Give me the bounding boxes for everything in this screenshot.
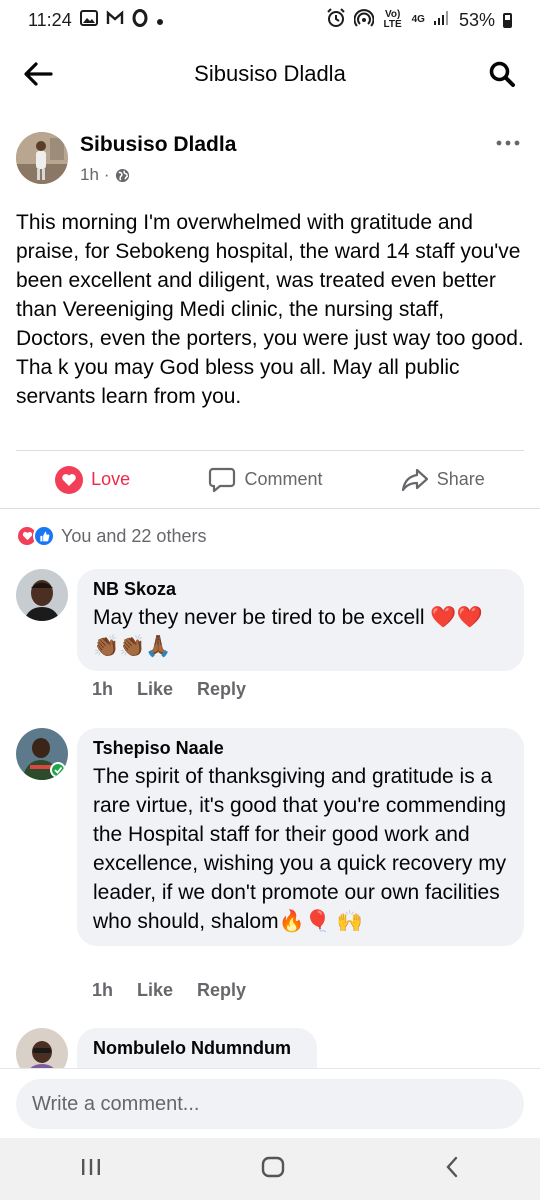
- comment-bubble[interactable]: NB Skoza May they never be tired to be e…: [77, 569, 524, 671]
- author-name[interactable]: Sibusiso Dladla: [80, 133, 236, 157]
- page-title: Sibusiso Dladla: [194, 61, 346, 86]
- opera-icon: [132, 8, 148, 32]
- recent-apps-icon: [81, 1158, 100, 1175]
- comment-composer: Write a comment...: [0, 1068, 540, 1138]
- post-time[interactable]: 1h: [80, 165, 99, 185]
- comment-time: 1h: [92, 679, 114, 699]
- share-label: Share: [436, 469, 485, 489]
- gallery-icon: [79, 9, 98, 31]
- commenter-name[interactable]: NB Skoza: [93, 579, 508, 600]
- hotspot-icon: [353, 8, 375, 33]
- system-nav-bar: [0, 1138, 540, 1200]
- post-text-paragraph-1: This morning I'm overwhelmed with gratit…: [16, 211, 524, 350]
- back-arrow-icon: [24, 62, 53, 86]
- post-meta: 1h ·: [80, 165, 130, 185]
- comment-text: May they never be tired to be excell ❤️❤…: [93, 606, 483, 658]
- comment-reply-button[interactable]: Reply: [197, 980, 246, 1001]
- post-text: This morning I'm overwhelmed with gratit…: [0, 190, 540, 411]
- app-header: Sibusiso Dladla: [0, 40, 540, 108]
- more-options-button[interactable]: [496, 130, 520, 153]
- section-divider: [0, 508, 540, 509]
- network-type: 4G: [411, 14, 425, 25]
- post: Sibusiso Dladla 1h · This morning I'm ov…: [0, 118, 540, 494]
- reactions-summary[interactable]: You and 22 others: [16, 522, 206, 550]
- signal-icon: [433, 10, 451, 31]
- comment-bubble[interactable]: Nombulelo Ndumndum: [77, 1028, 317, 1068]
- comment-label: Comment: [244, 469, 323, 489]
- post-header: Sibusiso Dladla 1h ·: [0, 118, 540, 190]
- like-reaction-icon: [33, 525, 55, 547]
- home-button[interactable]: [261, 1156, 285, 1183]
- status-bar: 11:24 Vo) LTE 4G 53%: [0, 0, 540, 40]
- commenter-avatar[interactable]: [16, 569, 68, 621]
- love-label: Love: [91, 469, 131, 489]
- comment-like-button[interactable]: Like: [137, 679, 173, 700]
- search-button[interactable]: [486, 58, 518, 90]
- home-icon: [261, 1156, 285, 1177]
- alarm-icon: [326, 7, 346, 33]
- notification-dot-icon: [156, 10, 164, 31]
- comment-icon: [209, 467, 236, 492]
- status-time: 11:24: [28, 9, 72, 30]
- commenter-name[interactable]: Tshepiso Naale: [93, 738, 508, 759]
- comment-button[interactable]: Comment: [208, 467, 323, 493]
- globe-icon: [115, 168, 129, 182]
- mail-icon: [106, 9, 124, 31]
- share-button[interactable]: Share: [401, 467, 485, 493]
- search-icon: [489, 61, 515, 87]
- back-button[interactable]: [22, 58, 54, 90]
- reaction-icons: [16, 525, 55, 547]
- recent-apps-button[interactable]: [80, 1157, 102, 1182]
- more-horizontal-icon: [496, 140, 520, 146]
- post-text-paragraph-2: Tha k you may God bless you all. May all…: [16, 356, 460, 408]
- love-icon: [55, 465, 84, 494]
- comment-time: 1h: [92, 980, 114, 1000]
- reactions-count: You and 22 others: [61, 525, 207, 546]
- commenter-name[interactable]: Nombulelo Ndumndum: [93, 1038, 301, 1059]
- author-avatar[interactable]: [16, 132, 68, 184]
- commenter-avatar[interactable]: [16, 1028, 68, 1068]
- comment-text: The spirit of thanksgiving and gratitude…: [93, 765, 507, 933]
- back-chevron-icon: [446, 1156, 458, 1177]
- battery-percent: 53%: [458, 9, 495, 30]
- comment-item: Nombulelo Ndumndum: [0, 1028, 540, 1068]
- love-button[interactable]: Love: [55, 465, 131, 494]
- meta-separator: ·: [103, 165, 110, 184]
- comment-actions: 1h Like Reply: [92, 980, 246, 1001]
- comment-like-button[interactable]: Like: [137, 980, 173, 1001]
- comment-actions: 1h Like Reply: [92, 679, 246, 700]
- comment-bubble[interactable]: Tshepiso Naale The spirit of thanksgivin…: [77, 728, 524, 946]
- battery-icon: [503, 12, 512, 28]
- comment-input[interactable]: Write a comment...: [16, 1079, 524, 1129]
- status-left: 11:24: [28, 8, 164, 32]
- comment-reply-button[interactable]: Reply: [197, 679, 246, 700]
- share-icon: [401, 468, 428, 491]
- volte-label: Vo) LTE: [383, 9, 402, 30]
- post-actions: Love Comment Share: [16, 450, 524, 508]
- status-right: Vo) LTE 4G 53%: [326, 7, 512, 33]
- commenter-avatar[interactable]: [16, 728, 68, 780]
- back-nav-button[interactable]: [444, 1156, 460, 1183]
